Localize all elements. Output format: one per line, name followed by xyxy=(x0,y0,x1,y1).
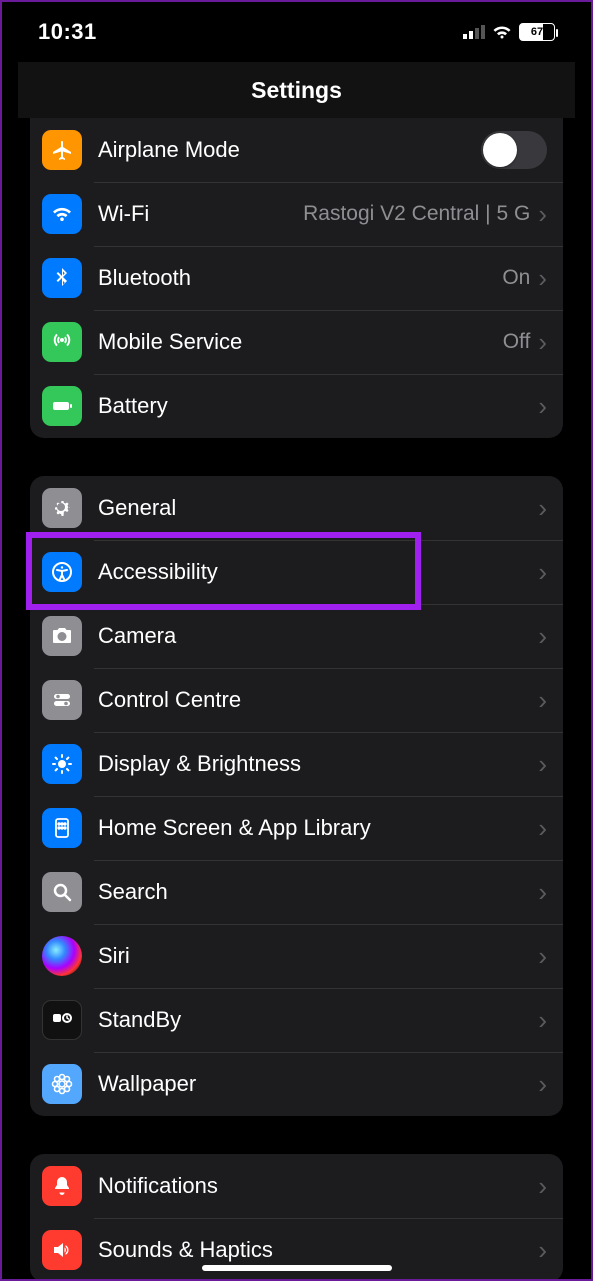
display-label: Display & Brightness xyxy=(98,751,301,777)
airplane-toggle[interactable] xyxy=(481,131,547,169)
chevron-icon: › xyxy=(538,1071,547,1097)
row-wallpaper[interactable]: Wallpaper › xyxy=(30,1052,563,1116)
notifications-label: Notifications xyxy=(98,1173,218,1199)
status-bar: 10:31 67 xyxy=(18,2,575,62)
chevron-icon: › xyxy=(538,879,547,905)
chevron-icon: › xyxy=(538,265,547,291)
page-title: Settings xyxy=(18,62,575,118)
siri-label: Siri xyxy=(98,943,130,969)
chevron-icon: › xyxy=(538,1173,547,1199)
chevron-icon: › xyxy=(538,495,547,521)
standby-icon xyxy=(42,1000,82,1040)
row-general[interactable]: General › xyxy=(30,476,563,540)
chevron-icon: › xyxy=(538,201,547,227)
battery-icon xyxy=(42,386,82,426)
accessibility-label: Accessibility xyxy=(98,559,218,585)
settings-group-alerts: Notifications › Sounds & Haptics › xyxy=(30,1154,563,1279)
battery-label: Battery xyxy=(98,393,168,419)
row-notifications[interactable]: Notifications › xyxy=(30,1154,563,1218)
siri-icon xyxy=(42,936,82,976)
mobile-label: Mobile Service xyxy=(98,329,242,355)
airplane-icon xyxy=(42,130,82,170)
sounds-icon xyxy=(42,1230,82,1270)
chevron-icon: › xyxy=(538,815,547,841)
bluetooth-icon xyxy=(42,258,82,298)
home-label: Home Screen & App Library xyxy=(98,815,371,841)
search-icon xyxy=(42,872,82,912)
row-search[interactable]: Search › xyxy=(30,860,563,924)
chevron-icon: › xyxy=(538,329,547,355)
camera-label: Camera xyxy=(98,623,176,649)
row-battery[interactable]: Battery › xyxy=(30,374,563,438)
camera-icon xyxy=(42,616,82,656)
row-bluetooth[interactable]: Bluetooth On › xyxy=(30,246,563,310)
home-indicator[interactable] xyxy=(202,1265,392,1271)
wifi-value: Rastogi V2 Central | 5 G xyxy=(303,202,530,226)
notifications-icon xyxy=(42,1166,82,1206)
row-camera[interactable]: Camera › xyxy=(30,604,563,668)
brightness-icon xyxy=(42,744,82,784)
home-screen-icon xyxy=(42,808,82,848)
wifi-settings-icon xyxy=(42,194,82,234)
status-icons: 67 xyxy=(463,23,555,41)
control-label: Control Centre xyxy=(98,687,241,713)
battery-indicator: 67 xyxy=(519,23,555,41)
row-siri[interactable]: Siri › xyxy=(30,924,563,988)
bluetooth-value: On xyxy=(502,266,530,290)
antenna-icon xyxy=(42,322,82,362)
accessibility-icon xyxy=(42,552,82,592)
gear-icon xyxy=(42,488,82,528)
chevron-icon: › xyxy=(538,393,547,419)
general-label: General xyxy=(98,495,176,521)
status-time: 10:31 xyxy=(38,19,97,45)
mobile-value: Off xyxy=(503,330,531,354)
bluetooth-label: Bluetooth xyxy=(98,265,191,291)
airplane-label: Airplane Mode xyxy=(98,137,240,163)
row-wifi[interactable]: Wi-Fi Rastogi V2 Central | 5 G › xyxy=(30,182,563,246)
wallpaper-icon xyxy=(42,1064,82,1104)
chevron-icon: › xyxy=(538,559,547,585)
wallpaper-label: Wallpaper xyxy=(98,1071,196,1097)
wifi-icon xyxy=(491,24,513,40)
chevron-icon: › xyxy=(538,751,547,777)
search-label: Search xyxy=(98,879,168,905)
row-mobile-service[interactable]: Mobile Service Off › xyxy=(30,310,563,374)
row-accessibility[interactable]: Accessibility › xyxy=(30,540,563,604)
wifi-label: Wi-Fi xyxy=(98,201,149,227)
chevron-icon: › xyxy=(538,1007,547,1033)
row-airplane-mode[interactable]: Airplane Mode xyxy=(30,118,563,182)
settings-group-general: General › Accessibility › Camera › Contr… xyxy=(30,476,563,1116)
control-centre-icon xyxy=(42,680,82,720)
settings-group-connectivity: Airplane Mode Wi-Fi Rastogi V2 Central |… xyxy=(30,118,563,438)
row-standby[interactable]: StandBy › xyxy=(30,988,563,1052)
row-home-screen[interactable]: Home Screen & App Library › xyxy=(30,796,563,860)
sounds-label: Sounds & Haptics xyxy=(98,1237,273,1263)
standby-label: StandBy xyxy=(98,1007,181,1033)
cellular-icon xyxy=(463,25,485,39)
chevron-icon: › xyxy=(538,943,547,969)
chevron-icon: › xyxy=(538,687,547,713)
row-control-centre[interactable]: Control Centre › xyxy=(30,668,563,732)
chevron-icon: › xyxy=(538,623,547,649)
chevron-icon: › xyxy=(538,1237,547,1263)
row-display-brightness[interactable]: Display & Brightness › xyxy=(30,732,563,796)
